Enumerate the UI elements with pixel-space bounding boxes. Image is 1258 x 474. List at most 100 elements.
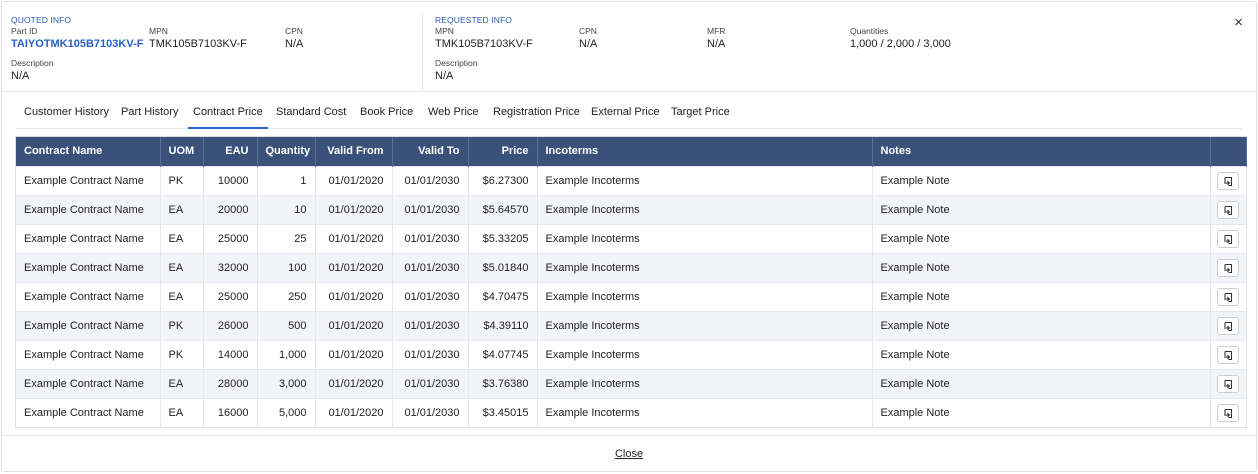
requested-info-title: REQUESTED INFO <box>435 15 512 25</box>
cell-uom: EA <box>160 369 204 398</box>
column-header-notes[interactable]: Notes <box>872 137 1211 166</box>
tab-part-history[interactable]: Part History <box>121 106 178 118</box>
cell-eau: 28000 <box>203 369 258 398</box>
cell-price: $3.45015 <box>468 398 538 427</box>
tab-contract-price[interactable]: Contract Price <box>193 106 263 118</box>
cell-contract-name: Example Contract Name <box>16 195 161 224</box>
tab-web-price[interactable]: Web Price <box>428 106 479 118</box>
cell-uom: EA <box>160 253 204 282</box>
cell-notes: Example Note <box>872 166 1211 195</box>
cell-contract-name: Example Contract Name <box>16 369 161 398</box>
cell-contract-name: Example Contract Name <box>16 166 161 195</box>
table-header-row: Contract Name UOM EAU Quantity Valid Fro… <box>16 137 1247 166</box>
cell-actions <box>1210 311 1247 340</box>
apply-price-icon <box>1224 205 1233 215</box>
column-header-price[interactable]: Price <box>468 137 538 166</box>
footer-divider <box>2 435 1256 436</box>
cell-quantity: 100 <box>257 253 316 282</box>
cell-price: $4.07745 <box>468 340 538 369</box>
tab-external-price[interactable]: External Price <box>591 106 659 118</box>
cell-eau: 14000 <box>203 340 258 369</box>
cell-eau: 26000 <box>203 311 258 340</box>
apply-price-button[interactable] <box>1217 258 1239 277</box>
price-tabs: Customer History Part History Contract P… <box>16 101 1242 129</box>
tab-target-price[interactable]: Target Price <box>671 106 730 118</box>
cell-valid-from: 01/01/2020 <box>315 166 393 195</box>
cell-actions <box>1210 369 1247 398</box>
apply-price-button[interactable] <box>1217 316 1239 335</box>
tab-registration-price[interactable]: Registration Price <box>493 106 580 118</box>
cell-valid-from: 01/01/2020 <box>315 340 393 369</box>
cell-eau: 32000 <box>203 253 258 282</box>
cell-valid-from: 01/01/2020 <box>315 195 393 224</box>
cell-actions <box>1210 398 1247 427</box>
cell-valid-from: 01/01/2020 <box>315 282 393 311</box>
cell-notes: Example Note <box>872 282 1211 311</box>
close-button[interactable]: Close <box>2 448 1256 460</box>
cell-incoterms: Example Incoterms <box>537 398 873 427</box>
column-header-uom[interactable]: UOM <box>160 137 204 166</box>
cell-uom: EA <box>160 398 204 427</box>
requested-description-value: N/A <box>435 70 454 82</box>
cell-actions <box>1210 224 1247 253</box>
header-divider <box>2 91 1256 92</box>
cell-incoterms: Example Incoterms <box>537 166 873 195</box>
apply-price-button[interactable] <box>1217 200 1239 219</box>
apply-price-button[interactable] <box>1217 229 1239 248</box>
tab-book-price[interactable]: Book Price <box>360 106 413 118</box>
tab-standard-cost[interactable]: Standard Cost <box>276 106 346 118</box>
apply-price-button[interactable] <box>1217 171 1239 190</box>
quoted-part-id-link[interactable]: TAIYOTMK105B7103KV-F <box>11 38 143 50</box>
requested-quantities-label: Quantities <box>850 26 889 36</box>
apply-price-icon <box>1224 321 1233 331</box>
cell-eau: 10000 <box>203 166 258 195</box>
apply-price-icon <box>1224 234 1233 244</box>
requested-mpn-value: TMK105B7103KV-F <box>435 38 533 50</box>
cell-valid-from: 01/01/2020 <box>315 369 393 398</box>
column-header-quantity[interactable]: Quantity <box>257 137 316 166</box>
cell-contract-name: Example Contract Name <box>16 253 161 282</box>
cell-notes: Example Note <box>872 224 1211 253</box>
cell-notes: Example Note <box>872 311 1211 340</box>
cell-valid-to: 01/01/2030 <box>392 369 469 398</box>
column-header-valid-from[interactable]: Valid From <box>315 137 393 166</box>
cell-incoterms: Example Incoterms <box>537 340 873 369</box>
cell-valid-to: 01/01/2030 <box>392 195 469 224</box>
cell-valid-to: 01/01/2030 <box>392 166 469 195</box>
table-row: Example Contract Name EA 32000 100 01/01/202… <box>16 253 1247 282</box>
table-row: Example Contract Name PK 14000 1,000 01/01/2… <box>16 340 1247 369</box>
cell-eau: 20000 <box>203 195 258 224</box>
requested-description-label: Description <box>435 58 478 68</box>
price-details-modal: × QUOTED INFO Part ID TAIYOTMK105B7103KV… <box>1 1 1257 472</box>
cell-notes: Example Note <box>872 253 1211 282</box>
column-header-eau[interactable]: EAU <box>203 137 258 166</box>
quoted-description-label: Description <box>11 58 54 68</box>
cell-eau: 25000 <box>203 224 258 253</box>
apply-price-button[interactable] <box>1217 287 1239 306</box>
column-header-valid-to[interactable]: Valid To <box>392 137 469 166</box>
cell-incoterms: Example Incoterms <box>537 195 873 224</box>
table-row: Example Contract Name EA 25000 25 01/01/2020… <box>16 224 1247 253</box>
quoted-mpn-label: MPN <box>149 26 168 36</box>
cell-valid-from: 01/01/2020 <box>315 253 393 282</box>
table-row: Example Contract Name EA 28000 3,000 01/01/2… <box>16 369 1247 398</box>
tab-customer-history[interactable]: Customer History <box>24 106 109 118</box>
cell-price: $5.64570 <box>468 195 538 224</box>
column-header-incoterms[interactable]: Incoterms <box>537 137 873 166</box>
cell-quantity: 5,000 <box>257 398 316 427</box>
column-header-actions <box>1210 137 1247 166</box>
quoted-mpn-value: TMK105B7103KV-F <box>149 38 247 50</box>
requested-mfr-value: N/A <box>707 38 726 50</box>
cell-valid-to: 01/01/2030 <box>392 398 469 427</box>
apply-price-button[interactable] <box>1217 403 1239 422</box>
cell-price: $6.27300 <box>468 166 538 195</box>
quoted-part-id-label: Part ID <box>11 26 38 36</box>
apply-price-button[interactable] <box>1217 374 1239 393</box>
cell-valid-to: 01/01/2030 <box>392 253 469 282</box>
apply-price-button[interactable] <box>1217 345 1239 364</box>
cell-actions <box>1210 253 1247 282</box>
cell-valid-from: 01/01/2020 <box>315 398 393 427</box>
cell-price: $5.01840 <box>468 253 538 282</box>
cell-actions <box>1210 340 1247 369</box>
column-header-contract-name[interactable]: Contract Name <box>16 137 161 166</box>
